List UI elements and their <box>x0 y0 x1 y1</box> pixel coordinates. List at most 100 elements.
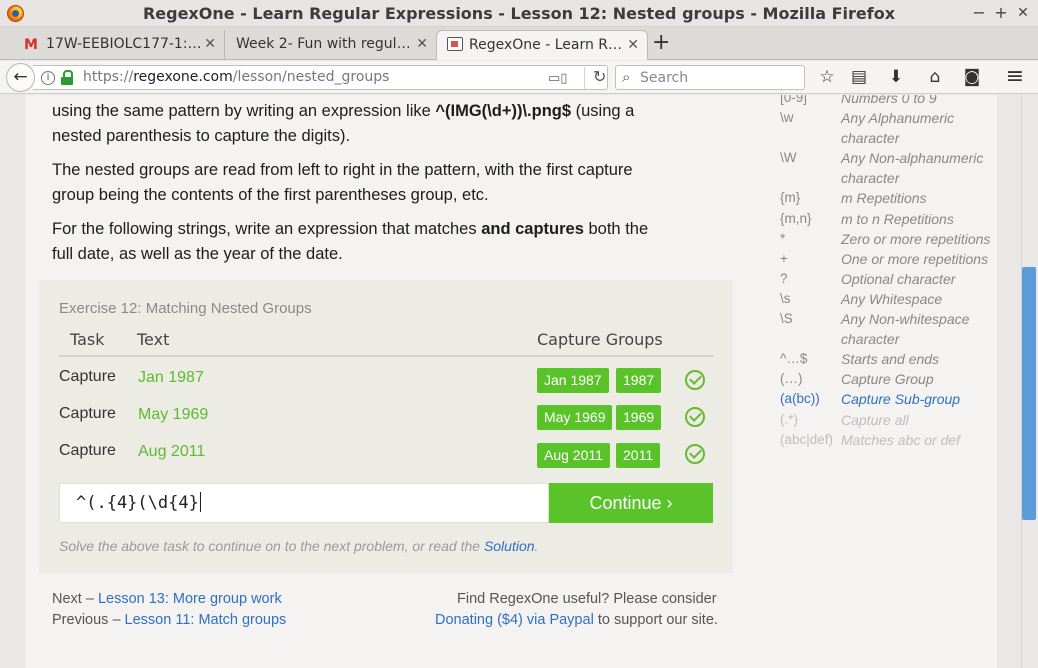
cheatsheet-key: (.*) <box>780 412 798 427</box>
cheatsheet-key: ^…$ <box>780 351 808 366</box>
url-bar[interactable]: i https://regexone.com/lesson/nested_gro… <box>33 65 608 90</box>
search-input[interactable]: ⌕ Search <box>615 65 805 90</box>
exercise-hint: Solve the above task to continue on to t… <box>59 538 539 554</box>
maximize-button[interactable]: + <box>992 3 1010 23</box>
header-capture-groups: Capture Groups <box>537 330 663 349</box>
lesson-paragraph-2: The nested groups are read from left to … <box>52 161 633 204</box>
bookmark-star-icon[interactable]: ☆ <box>815 66 839 90</box>
capture-group-badge: 2011 <box>616 443 661 468</box>
inline-code: ^(IMG(\d+))\.png$ <box>435 102 572 120</box>
search-icon: ⌕ <box>622 68 631 86</box>
info-icon[interactable]: i <box>41 71 55 85</box>
cheatsheet-desc: Capture Sub-group <box>841 391 961 407</box>
cheatsheet-desc: character <box>841 130 900 146</box>
menu-icon[interactable]: ≡ <box>1003 66 1027 90</box>
cheatsheet-desc: Any Non-alphanumeric <box>841 150 984 166</box>
capture-group-badge: Aug 2011 <box>537 443 610 468</box>
cheatsheet-key: [0-9] <box>780 95 808 105</box>
tab-regexone[interactable]: RegexOne - Learn R… ✕ <box>436 30 648 60</box>
solution-link[interactable]: Solution <box>484 538 535 554</box>
check-icon <box>685 370 705 390</box>
next-lesson-link[interactable]: Lesson 13: More group work <box>98 591 282 607</box>
download-icon[interactable]: ⬇ <box>884 66 908 90</box>
capture-group-badge: Jan 1987 <box>537 368 609 393</box>
url-text[interactable]: https://regexone.com/lesson/nested_group… <box>83 69 389 85</box>
cheatsheet-desc: One or more repetitions <box>841 251 989 267</box>
exercise-panel: Exercise 12: Matching Nested Groups Task… <box>39 280 733 573</box>
cheatsheet-desc: Any Non-whitespace <box>841 311 970 327</box>
next-lesson: Next – Lesson 13: More group work <box>52 591 282 607</box>
cheatsheet-key: + <box>780 251 788 266</box>
library-icon[interactable]: ▤ <box>847 66 871 90</box>
tab-gmail[interactable]: M 17W-EEBIOLC177-1:… ✕ <box>14 30 225 60</box>
tab-close-icon[interactable]: ✕ <box>627 37 639 53</box>
cheatsheet-key: * <box>780 231 786 246</box>
check-icon <box>685 444 705 464</box>
row-text: Jan 1987 <box>138 369 204 386</box>
previous-lesson-link[interactable]: Lesson 11: Match groups <box>125 612 287 628</box>
tab-close-icon[interactable]: ✕ <box>204 36 216 52</box>
cheatsheet-desc: Zero or more repetitions <box>841 231 991 247</box>
cheatsheet-desc: Capture all <box>841 412 909 428</box>
capture-group-badge: May 1969 <box>537 405 613 430</box>
lesson-content: using the same pattern by writing an exp… <box>25 95 997 668</box>
lesson-paragraph-1: using the same pattern by writing an exp… <box>52 102 635 145</box>
lock-icon[interactable] <box>61 70 73 85</box>
cheatsheet-desc: Capture Group <box>841 371 934 387</box>
cheatsheet-desc: Any Alphanumeric <box>841 110 955 126</box>
cheatsheet-desc: Matches abc or def <box>841 432 961 448</box>
cheatsheet-key: ? <box>780 271 788 286</box>
cheatsheet-desc: character <box>841 331 900 347</box>
donate-link[interactable]: Donating ($4) via Paypal <box>435 612 594 628</box>
lesson-paragraph-3: For the following strings, write an expr… <box>52 220 649 263</box>
row-task: Capture <box>59 368 116 385</box>
cheatsheet-key: \S <box>780 311 793 326</box>
reload-icon[interactable]: ↻ <box>584 67 606 89</box>
reader-view-icon[interactable]: ▭▯ <box>548 71 567 86</box>
cheatsheet-desc: Optional character <box>841 271 956 287</box>
donate-line: Donating ($4) via Paypal to support our … <box>435 612 718 628</box>
row-task: Capture <box>59 405 116 422</box>
cheatsheet-key: (abc|def) <box>780 432 834 447</box>
gmail-icon: M <box>24 37 38 53</box>
page-viewport: using the same pattern by writing an exp… <box>0 95 1038 668</box>
title-bar: RegexOne - Learn Regular Expressions - L… <box>0 0 1038 27</box>
cheatsheet-key: \w <box>780 110 794 125</box>
exercise-title: Exercise 12: Matching Nested Groups <box>59 300 312 317</box>
search-placeholder: Search <box>640 70 689 86</box>
cheatsheet-desc: Numbers 0 to 9 <box>841 95 937 106</box>
tab-bar: M 17W-EEBIOLC177-1:… ✕ Week 2- Fun with r… <box>0 27 1038 60</box>
new-tab-button[interactable]: + <box>652 30 670 55</box>
capture-group-badge: 1969 <box>616 405 662 430</box>
window-title: RegexOne - Learn Regular Expressions - L… <box>142 4 896 23</box>
previous-lesson: Previous – Lesson 11: Match groups <box>52 612 287 628</box>
cheatsheet-key: {m,n} <box>780 211 812 226</box>
support-text: Find RegexOne useful? Please consider <box>457 591 717 607</box>
cheatsheet-key: {m} <box>780 190 801 205</box>
close-window-button[interactable]: ✕ <box>1014 3 1032 23</box>
continue-button[interactable]: Continue › <box>549 483 713 523</box>
tab-label: RegexOne - Learn R… <box>469 37 623 53</box>
check-icon <box>685 407 705 427</box>
row-text: Aug 2011 <box>138 443 206 460</box>
tab-close-icon[interactable]: ✕ <box>416 36 428 52</box>
header-divider <box>59 355 714 357</box>
regex-input[interactable]: ^(.{4}(\d{4} <box>59 483 549 523</box>
cheatsheet-desc: character <box>841 170 900 186</box>
cheatsheet-desc: m Repetitions <box>841 190 927 206</box>
tab-label: Week 2- Fun with regul… <box>236 36 411 52</box>
cheatsheet-key: \s <box>780 291 791 306</box>
scrollbar-thumb[interactable] <box>1022 267 1036 520</box>
pocket-icon[interactable]: ◙ <box>960 66 984 90</box>
minimize-button[interactable]: − <box>970 3 988 23</box>
cheatsheet-desc: Starts and ends <box>841 351 940 367</box>
tab-label: 17W-EEBIOLC177-1:… <box>46 36 202 52</box>
capture-group-badge: 1987 <box>616 368 662 393</box>
cheatsheet-key: (a(bc)) <box>780 391 820 406</box>
home-icon[interactable]: ⌂ <box>923 66 947 90</box>
back-button[interactable]: ← <box>6 63 35 92</box>
cheatsheet-key: \W <box>780 150 797 165</box>
cheatsheet-desc: Any Whitespace <box>841 291 943 307</box>
header-text: Text <box>137 330 170 349</box>
tab-week2[interactable]: Week 2- Fun with regul… ✕ <box>226 30 436 60</box>
